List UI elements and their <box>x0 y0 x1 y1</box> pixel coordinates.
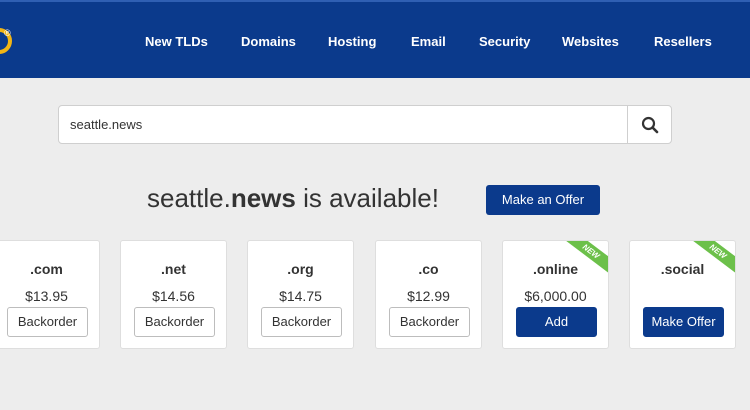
domain-name: seattle. <box>147 183 231 213</box>
add-button[interactable]: Add <box>516 307 597 337</box>
nav-new-tlds[interactable]: New TLDs <box>145 34 208 49</box>
nav-resellers[interactable]: Resellers <box>654 34 712 49</box>
tld-name: .com <box>30 261 63 277</box>
nav-hosting[interactable]: Hosting <box>328 34 376 49</box>
backorder-button[interactable]: Backorder <box>261 307 342 337</box>
nav-email[interactable]: Email <box>411 34 446 49</box>
tld-price: $6,000.00 <box>524 288 587 304</box>
nav-security[interactable]: Security <box>479 34 530 49</box>
tld-price: $14.56 <box>152 288 195 304</box>
backorder-button[interactable]: Backorder <box>134 307 215 337</box>
make-offer-button[interactable]: Make an Offer <box>486 185 600 215</box>
tld-name: .net <box>161 261 186 277</box>
domain-tld: news <box>230 183 296 213</box>
availability-message: seattle.news is available! <box>147 183 439 214</box>
backorder-button[interactable]: Backorder <box>389 307 470 337</box>
backorder-button[interactable]: Backorder <box>7 307 88 337</box>
tld-price: $12.99 <box>407 288 450 304</box>
make-offer-card-button[interactable]: Make Offer <box>643 307 724 337</box>
header-bar: ® New TLDs Domains Hosting Email Securit… <box>0 0 750 78</box>
nav-domains[interactable]: Domains <box>241 34 296 49</box>
search-icon <box>641 116 659 134</box>
tld-card-social: NEW .social Make Offer <box>629 240 736 349</box>
search-button[interactable] <box>627 106 672 143</box>
tld-card-co: .co $12.99 Backorder <box>375 240 482 349</box>
nav-websites[interactable]: Websites <box>562 34 619 49</box>
availability-status: is available! <box>303 183 439 213</box>
tld-price: $14.75 <box>279 288 322 304</box>
tld-name: .co <box>418 261 439 277</box>
tld-price: $13.95 <box>25 288 68 304</box>
tld-card-online: NEW .online $6,000.00 Add <box>502 240 609 349</box>
tld-card-net: .net $14.56 Backorder <box>120 240 227 349</box>
registered-mark: ® <box>4 28 11 38</box>
tld-name: .online <box>532 261 579 277</box>
tld-name: .org <box>287 261 314 277</box>
search-input[interactable] <box>59 106 625 143</box>
tld-name: .social <box>660 261 705 277</box>
tld-card-com: .com $13.95 Backorder <box>0 240 100 349</box>
tld-card-org: .org $14.75 Backorder <box>247 240 354 349</box>
search-bar <box>58 105 672 144</box>
